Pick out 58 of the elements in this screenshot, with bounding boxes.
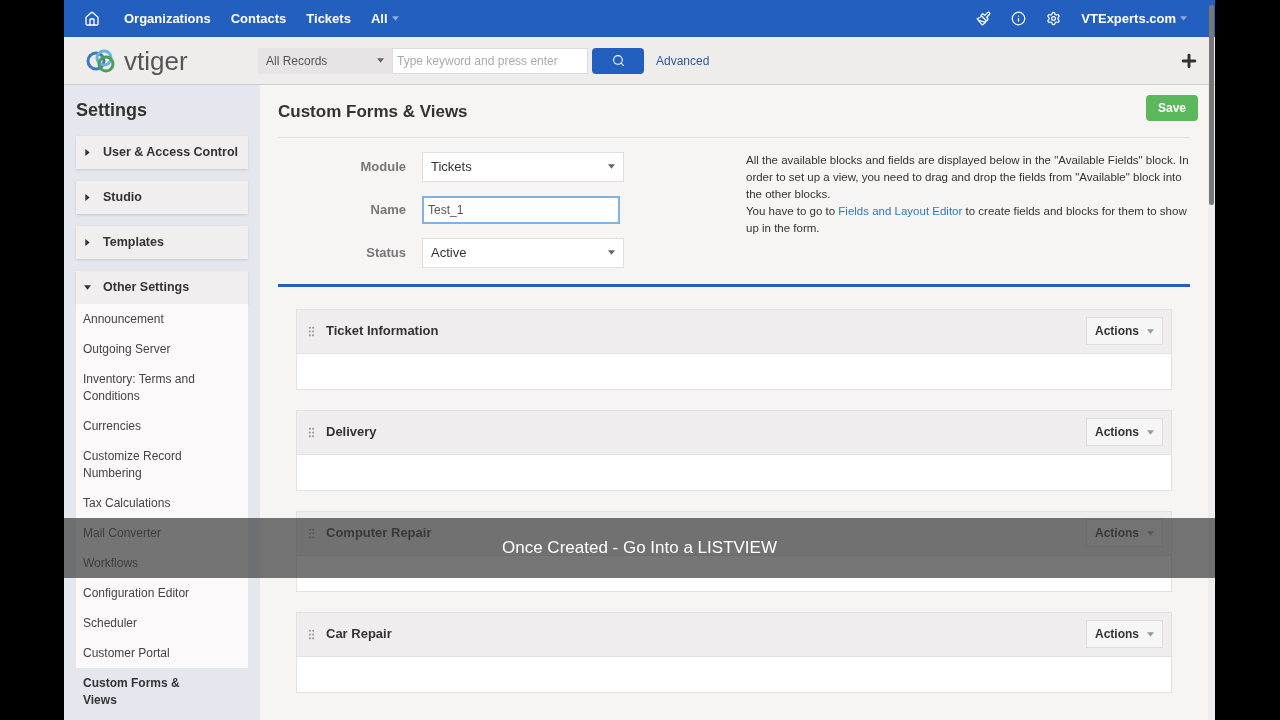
info-icon[interactable] — [1011, 11, 1027, 26]
sidebar-section-header[interactable]: Studio — [76, 181, 248, 214]
home-icon[interactable] — [84, 10, 100, 27]
actions-button[interactable]: Actions — [1086, 418, 1163, 446]
sidebar-item[interactable]: Announcement — [76, 304, 248, 334]
sidebar-item[interactable]: Currencies — [76, 411, 248, 441]
nav-link[interactable]: Contacts — [230, 8, 287, 29]
sidebar-item[interactable]: Customize Record Numbering — [76, 441, 248, 488]
help-text: All the available blocks and fields are displayed below in the "Available Fields" block. In order to set up a view, you need to drag and drop the fields from "Available" block into the other blocks. — [746, 152, 1190, 202]
select-field[interactable]: Tickets — [422, 151, 624, 182]
caret-icon — [1147, 327, 1154, 335]
sidebar-item[interactable]: Customer Portal — [76, 638, 248, 668]
field-label: Status — [365, 243, 406, 262]
select-field[interactable]: Active — [422, 237, 624, 268]
block-title: Computer Repair — [326, 524, 432, 543]
field-label: Name — [369, 200, 406, 219]
sidebar-item[interactable]: Scheduler — [76, 608, 248, 638]
block-title: Delivery — [326, 423, 377, 442]
caret-icon — [1147, 630, 1154, 638]
sidebar-section-header[interactable]: User & Access Control — [76, 136, 248, 169]
actions-button[interactable]: Actions — [1086, 317, 1163, 345]
brush-icon[interactable] — [976, 11, 992, 26]
help-text: You have to go to Fields and Layout Editor to create fields and blocks for them to show up in the form. — [746, 203, 1188, 236]
logo-text: vtiger — [124, 47, 188, 74]
caret-icon — [1147, 428, 1154, 436]
caret-icon — [84, 239, 91, 246]
field-label: Module — [359, 157, 406, 176]
caret-icon — [377, 57, 384, 64]
sidebar-item[interactable]: Outgoing Server — [76, 334, 248, 364]
nav-link[interactable]: Organizations — [124, 8, 211, 29]
search-field[interactable]: Type keyword and press enter — [392, 47, 588, 74]
sidebar-item[interactable]: Configuration Editor — [76, 578, 248, 608]
sidebar-section-header[interactable]: Other Settings — [76, 271, 248, 304]
caret-icon — [84, 194, 91, 201]
settings-icon[interactable] — [1046, 11, 1062, 26]
caret-icon — [84, 149, 91, 156]
caret-icon — [608, 249, 615, 256]
caret-icon — [1180, 15, 1187, 22]
name-field[interactable]: Test_1 — [422, 195, 620, 224]
page-title: Custom Forms & Views — [278, 101, 468, 123]
caret-icon — [391, 15, 399, 22]
search-button[interactable] — [592, 47, 644, 74]
record-filter-select[interactable]: All Records — [258, 47, 392, 74]
sidebar-section-header[interactable]: Templates — [76, 226, 248, 259]
sidebar-item[interactable]: Inventory: Terms and Conditions — [76, 364, 248, 411]
block-title: Car Repair — [326, 625, 392, 644]
search-icon — [611, 54, 625, 67]
caret-icon — [608, 163, 615, 170]
actions-button[interactable]: Actions — [1086, 620, 1163, 648]
account-menu[interactable]: VTExperts.com — [1081, 8, 1187, 29]
sidebar-item[interactable]: Tax Calculations — [76, 488, 248, 518]
caret-icon — [84, 284, 91, 291]
nav-link[interactable]: All — [370, 8, 399, 29]
block-title: Ticket Information — [326, 322, 439, 341]
sidebar-title: Settings — [76, 99, 148, 122]
fields-layout-editor-link[interactable]: Fields and Layout Editor — [838, 204, 963, 217]
advanced-search-link[interactable]: Advanced — [656, 51, 710, 70]
nav-link[interactable]: Tickets — [306, 8, 351, 29]
